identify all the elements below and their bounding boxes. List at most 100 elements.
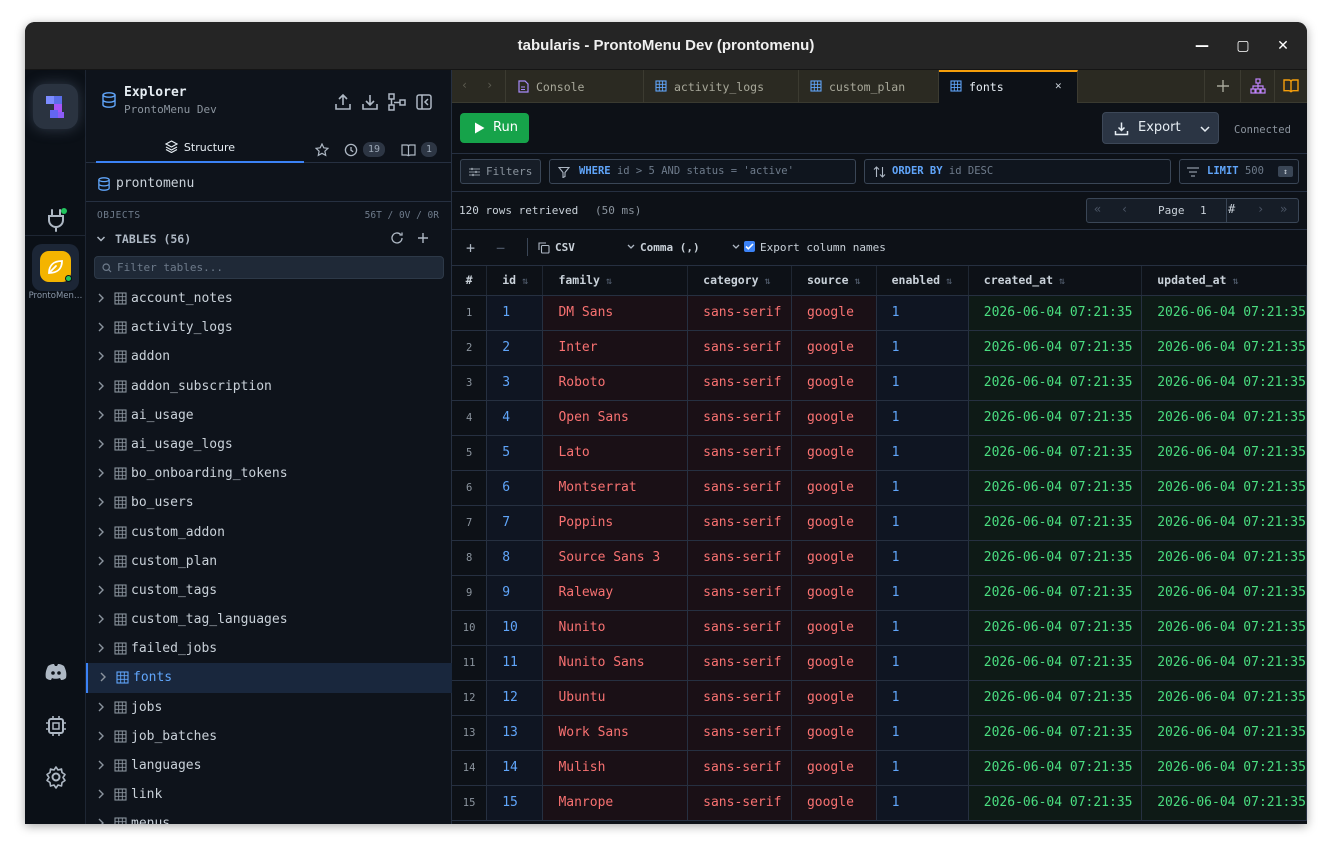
chevron-right-icon[interactable]	[96, 788, 106, 800]
table-item-jobs[interactable]: jobs	[86, 693, 452, 722]
close-tab-icon[interactable]: ✕	[1055, 79, 1062, 92]
chevron-right-icon[interactable]	[96, 759, 106, 771]
page-number[interactable]: 1	[1200, 204, 1207, 217]
cell-created-at[interactable]: 2026-06-04 07:21:35	[968, 785, 1143, 821]
app-logo[interactable]	[33, 84, 78, 129]
column-header-row-number[interactable]: #	[452, 266, 488, 296]
cell-category[interactable]: sans-serif	[687, 715, 792, 751]
chevron-right-icon[interactable]	[96, 321, 106, 333]
cell-source[interactable]: google	[791, 505, 877, 541]
cell-updated-at[interactable]: 2026-06-04 07:21:35	[1141, 435, 1307, 471]
add-table-icon[interactable]	[416, 231, 430, 245]
cell-family[interactable]: Lato	[542, 435, 689, 471]
cell-created-at[interactable]: 2026-06-04 07:21:35	[968, 295, 1143, 331]
cell-category[interactable]: sans-serif	[687, 575, 792, 611]
cell-family[interactable]: Open Sans	[542, 400, 689, 436]
table-row[interactable]: 2 2 Inter sans-serif google 1 2026-06-04 07:21…	[452, 330, 1307, 366]
table-row[interactable]: 11 11 Nunito Sans sans-serif google 1 2026-06-…	[452, 645, 1307, 681]
cell-id[interactable]: 1	[486, 295, 544, 331]
cell-id[interactable]: 4	[486, 400, 544, 436]
table-row[interactable]: 10 10 Nunito sans-serif google 1 2026-06-04 07…	[452, 610, 1307, 646]
cell-id[interactable]: 3	[486, 365, 544, 401]
cell-enabled[interactable]: 1	[876, 400, 969, 436]
filter-tables-input[interactable]: Filter tables...	[94, 256, 444, 279]
table-item-menus[interactable]: menus	[86, 809, 452, 824]
sort-icon[interactable]: ⇅	[855, 276, 861, 287]
remove-row-icon[interactable]: −	[496, 239, 505, 257]
next-page-icon[interactable]: ›	[1257, 202, 1264, 216]
table-item-custom-tags[interactable]: custom_tags	[86, 576, 452, 605]
chevron-right-icon[interactable]	[96, 642, 106, 654]
column-header-updated-at[interactable]: updated_at ⇅	[1141, 266, 1307, 296]
go-to-page-hash-icon[interactable]: #	[1228, 202, 1235, 216]
sort-icon[interactable]: ⇅	[606, 276, 612, 287]
last-page-icon[interactable]: »	[1280, 202, 1287, 216]
table-row[interactable]: 14 14 Mulish sans-serif google 1 2026-06-04 07…	[452, 750, 1307, 786]
cell-id[interactable]: 2	[486, 330, 544, 366]
cell-updated-at[interactable]: 2026-06-04 07:21:35	[1141, 470, 1307, 506]
cell-id[interactable]: 11	[486, 645, 544, 681]
table-row[interactable]: 15 15 Manrope sans-serif google 1 2026-06-04 0…	[452, 785, 1307, 821]
cell-enabled[interactable]: 1	[876, 330, 969, 366]
connection-tile[interactable]	[32, 244, 79, 291]
cell-updated-at[interactable]: 2026-06-04 07:21:35	[1141, 400, 1307, 436]
cell-created-at[interactable]: 2026-06-04 07:21:35	[968, 540, 1143, 576]
chevron-right-icon[interactable]	[96, 292, 106, 304]
cell-enabled[interactable]: 1	[876, 575, 969, 611]
table-row[interactable]: 5 5 Lato sans-serif google 1 2026-06-04 07:21:…	[452, 435, 1307, 471]
cell-category[interactable]: sans-serif	[687, 330, 792, 366]
column-header-category[interactable]: category ⇅	[687, 266, 792, 296]
sort-icon[interactable]: ⇅	[1059, 276, 1065, 287]
format-select[interactable]: CSV	[555, 241, 575, 254]
column-header-enabled[interactable]: enabled ⇅	[876, 266, 969, 296]
cell-enabled[interactable]: 1	[876, 645, 969, 681]
table-item-custom-tag-languages[interactable]: custom_tag_languages	[86, 605, 452, 634]
cell-id[interactable]: 9	[486, 575, 544, 611]
table-item-link[interactable]: link	[86, 780, 452, 809]
cell-family[interactable]: Nunito	[542, 610, 689, 646]
cell-enabled[interactable]: 1	[876, 365, 969, 401]
history-clock-icon[interactable]	[344, 143, 358, 157]
cell-id[interactable]: 7	[486, 505, 544, 541]
download-icon[interactable]	[360, 92, 380, 112]
cell-enabled[interactable]: 1	[876, 435, 969, 471]
cell-source[interactable]: google	[791, 470, 877, 506]
cell-created-at[interactable]: 2026-06-04 07:21:35	[968, 365, 1143, 401]
saved-queries-book-icon[interactable]	[401, 143, 416, 157]
schema-graph-button[interactable]	[1240, 70, 1274, 103]
cell-category[interactable]: sans-serif	[687, 435, 792, 471]
cell-updated-at[interactable]: 2026-06-04 07:21:35	[1141, 680, 1307, 716]
cell-source[interactable]: google	[791, 435, 877, 471]
cell-category[interactable]: sans-serif	[687, 295, 792, 331]
table-item-bo-users[interactable]: bo_users	[86, 488, 452, 517]
table-item-ai-usage-logs[interactable]: ai_usage_logs	[86, 430, 452, 459]
cell-family[interactable]: DM Sans	[542, 295, 689, 331]
chevron-down-icon[interactable]	[627, 244, 635, 250]
minimize-button[interactable]: —	[1192, 36, 1212, 56]
plug-icon[interactable]	[43, 206, 69, 232]
cell-enabled[interactable]: 1	[876, 540, 969, 576]
cell-source[interactable]: google	[791, 715, 877, 751]
column-header-family[interactable]: family ⇅	[542, 266, 689, 296]
cpu-icon[interactable]	[43, 713, 69, 739]
table-row[interactable]: 9 9 Raleway sans-serif google 1 2026-06-04 07:…	[452, 575, 1307, 611]
cell-created-at[interactable]: 2026-06-04 07:21:35	[968, 610, 1143, 646]
cell-family[interactable]: Source Sans 3	[542, 540, 689, 576]
new-tab-button[interactable]	[1204, 70, 1240, 103]
cell-created-at[interactable]: 2026-06-04 07:21:35	[968, 470, 1143, 506]
chevron-right-icon[interactable]	[96, 526, 106, 538]
cell-enabled[interactable]: 1	[876, 785, 969, 821]
collapse-sidebar-icon[interactable]	[414, 92, 434, 112]
chevron-right-icon[interactable]	[96, 555, 106, 567]
sort-icon[interactable]: ⇅	[946, 276, 952, 287]
chevron-right-icon[interactable]	[98, 671, 108, 683]
where-input[interactable]: WHERE id > 5 AND status = 'active'	[549, 159, 856, 184]
cell-enabled[interactable]: 1	[876, 610, 969, 646]
cell-category[interactable]: sans-serif	[687, 645, 792, 681]
cell-updated-at[interactable]: 2026-06-04 07:21:35	[1141, 645, 1307, 681]
first-page-icon[interactable]: «	[1094, 202, 1101, 216]
forward-arrow-icon[interactable]: ›	[486, 78, 493, 92]
chevron-right-icon[interactable]	[96, 496, 106, 508]
chevron-right-icon[interactable]	[96, 613, 106, 625]
table-row[interactable]: 4 4 Open Sans sans-serif google 1 2026-06-04 0…	[452, 400, 1307, 436]
